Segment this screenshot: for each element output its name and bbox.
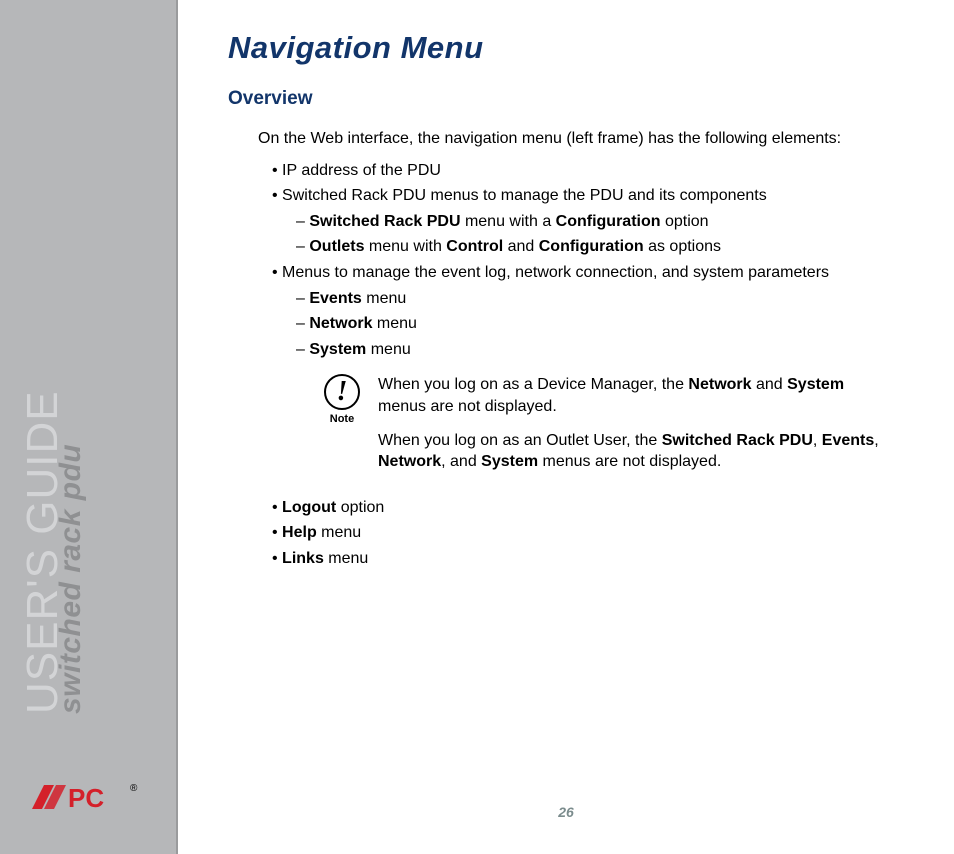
body-text: On the Web interface, the navigation men… <box>228 128 894 570</box>
list-item: Help menu <box>272 522 894 544</box>
list-item: IP address of the PDU <box>272 160 894 182</box>
content-area: Navigation Menu Overview On the Web inte… <box>178 0 954 854</box>
text: , <box>874 432 878 449</box>
note-block: ! Note When you log on as a Device Manag… <box>320 374 894 484</box>
text: menu <box>324 550 368 567</box>
text: , <box>813 432 822 449</box>
bold-text: Configuration <box>556 213 661 230</box>
svg-text:®: ® <box>130 783 138 794</box>
text: and <box>503 238 539 255</box>
list-item: Logout option <box>272 497 894 519</box>
text: menu with a <box>461 213 556 230</box>
text: When you log on as an Outlet User, the <box>378 432 662 449</box>
text: menus are not displayed. <box>538 453 721 470</box>
text: menu <box>362 290 406 307</box>
bold-text: Network <box>309 315 372 332</box>
list-item: Switched Rack PDU menu with a Configurat… <box>296 211 894 233</box>
bold-text: System <box>481 453 538 470</box>
text: , and <box>441 453 481 470</box>
list-item: Menus to manage the event log, network c… <box>272 262 894 485</box>
note-paragraph: When you log on as a Device Manager, the… <box>378 374 894 417</box>
text: When you log on as a Device Manager, the <box>378 376 688 393</box>
list-item: Outlets menu with Control and Configurat… <box>296 236 894 258</box>
bold-text: Links <box>282 550 324 567</box>
bold-text: Control <box>446 238 503 255</box>
bold-text: Outlets <box>309 238 364 255</box>
text: IP address of the PDU <box>282 162 441 179</box>
text: as options <box>644 238 721 255</box>
bold-text: System <box>309 341 366 358</box>
list-item: Events menu <box>296 288 894 310</box>
text: menu <box>366 341 410 358</box>
bullet-list: IP address of the PDU Switched Rack PDU … <box>272 160 894 570</box>
bold-text: Help <box>282 524 317 541</box>
list-item: System menu <box>296 339 894 361</box>
text: menu <box>372 315 416 332</box>
note-icon: ! Note <box>320 374 364 427</box>
bold-text: Events <box>309 290 361 307</box>
bold-text: Logout <box>282 499 336 516</box>
note-label: Note <box>320 412 364 427</box>
bold-text: Switched Rack PDU <box>309 213 460 230</box>
list-item: Links menu <box>272 548 894 570</box>
text: Menus to manage the event log, network c… <box>282 264 829 281</box>
bold-text: Configuration <box>539 238 644 255</box>
list-item: Switched Rack PDU menus to manage the PD… <box>272 185 894 258</box>
text: menu <box>317 524 361 541</box>
bold-text: Events <box>822 432 874 449</box>
page: USER'S GUIDE switched rack pdu PC ® Navi… <box>0 0 954 854</box>
text: menu with <box>364 238 446 255</box>
page-number: 26 <box>558 804 574 820</box>
text: menus are not displayed. <box>378 398 557 415</box>
bold-text: Network <box>378 453 441 470</box>
sub-list: Switched Rack PDU menu with a Configurat… <box>296 211 894 258</box>
apc-logo-icon: PC ® <box>30 783 150 815</box>
brand-logo: PC ® <box>30 783 150 820</box>
intro-paragraph: On the Web interface, the navigation men… <box>258 128 894 150</box>
page-heading: Navigation Menu <box>228 30 894 66</box>
text: option <box>661 213 709 230</box>
svg-text:PC: PC <box>68 783 104 813</box>
list-item: Network menu <box>296 313 894 335</box>
text: Switched Rack PDU menus to manage the PD… <box>282 187 767 204</box>
bold-text: Switched Rack PDU <box>662 432 813 449</box>
note-text: When you log on as a Device Manager, the… <box>378 374 894 484</box>
bold-text: Network <box>688 376 751 393</box>
sub-list: Events menu Network menu System menu <box>296 288 894 361</box>
text: option <box>336 499 384 516</box>
text: and <box>752 376 788 393</box>
section-heading: Overview <box>228 88 894 110</box>
sidebar-text-block: USER'S GUIDE switched rack pdu <box>18 390 88 714</box>
sidebar: USER'S GUIDE switched rack pdu PC ® <box>0 0 178 854</box>
exclamation-icon: ! <box>324 374 360 410</box>
note-paragraph: When you log on as an Outlet User, the S… <box>378 430 894 473</box>
bold-text: System <box>787 376 844 393</box>
